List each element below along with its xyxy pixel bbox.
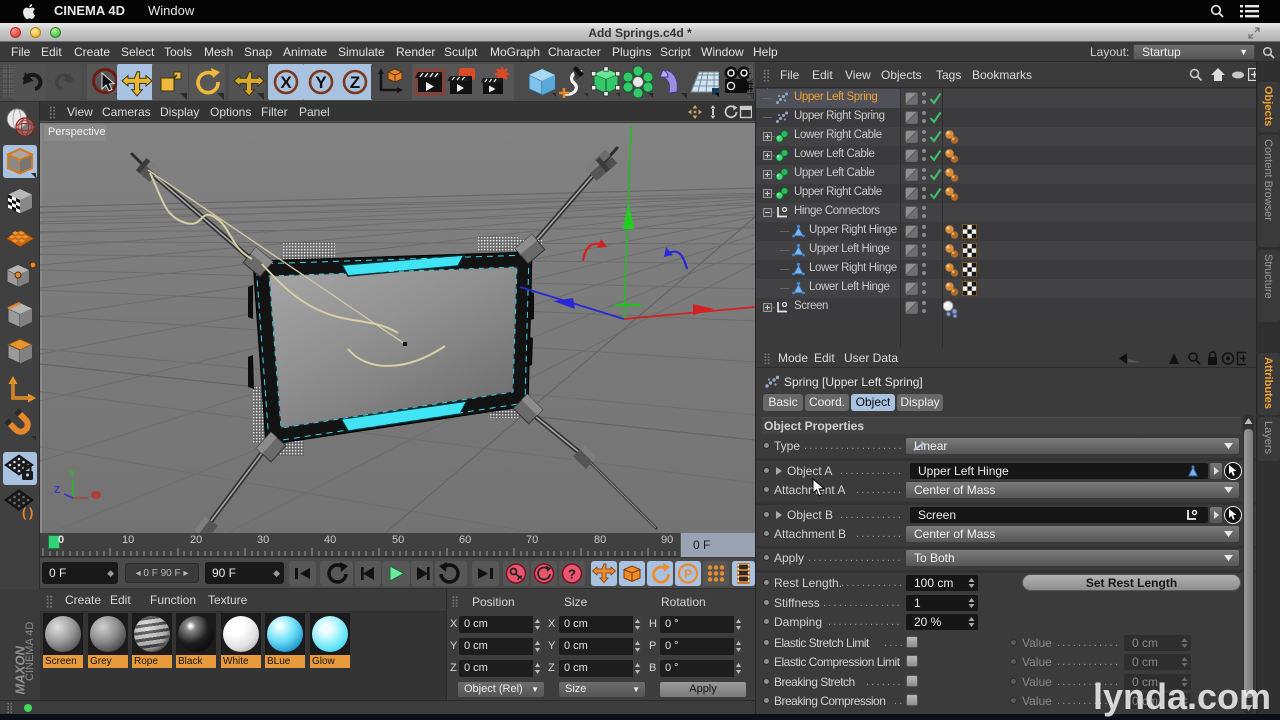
svg-text:?: ? [568,567,576,582]
svg-text:P: P [684,567,692,581]
svg-text:Y: Y [315,73,327,92]
svg-text:X: X [280,73,292,92]
svg-text:(: ( [22,505,27,520]
svg-text:Z: Z [54,485,60,496]
svg-text:Y: Y [69,469,76,480]
svg-text:): ) [29,505,33,520]
svg-text:Z: Z [350,73,360,92]
